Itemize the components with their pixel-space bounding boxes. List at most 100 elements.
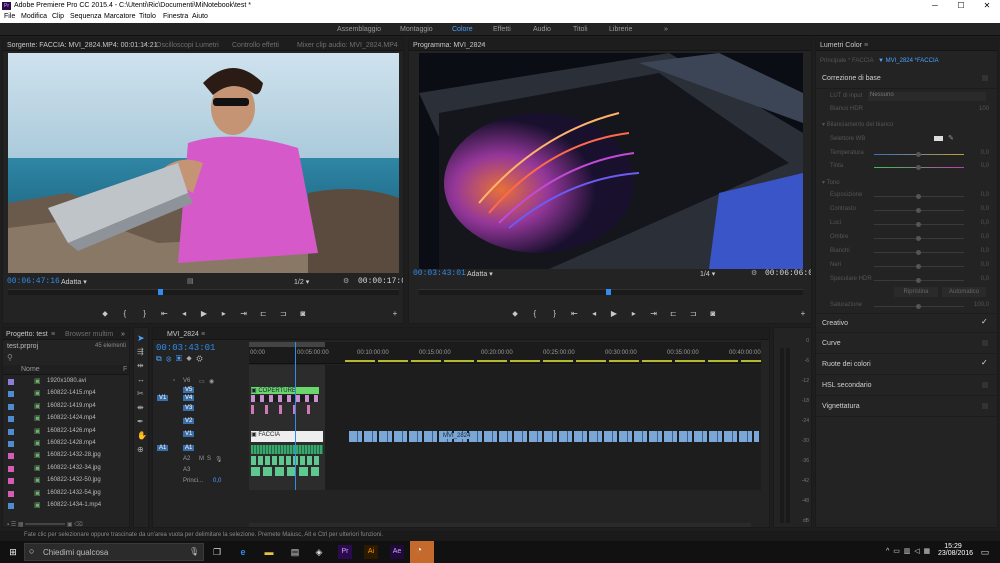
slider-esposizione[interactable]: Esposizione 0,0 [816,189,997,203]
menu-modifica[interactable]: Modifica [21,13,47,20]
tab-lumetri-scopes[interactable]: Oscilloscopi Lumetri [156,42,219,49]
wrench-icon[interactable]: ⚙ [751,269,757,277]
track-label-a2[interactable]: A2 [183,456,190,462]
contrasto-knob[interactable] [916,208,921,213]
network-icon[interactable]: ▥ [904,548,911,555]
workspace-montaggio[interactable]: Montaggio [400,26,433,33]
track-label-v3[interactable]: V3 [183,405,195,411]
list-item[interactable]: ▣ 160822-1428.mp4 [3,438,123,450]
source-playhead[interactable] [158,289,163,295]
active-app-taskbar[interactable]: ◔ [410,541,434,563]
bianchi-knob[interactable] [916,250,921,255]
track-select-icon[interactable]: ⇶ [137,347,144,356]
razor-icon[interactable]: ✂ [137,389,144,398]
program-add-button[interactable]: + [797,309,809,318]
go-to-out-icon[interactable]: ⇥ [238,309,250,319]
section-ruote-colori[interactable]: Ruote dei colori ✓ [816,355,997,375]
temperatura-knob[interactable] [916,152,921,157]
play-icon[interactable]: ▶ [198,309,210,319]
program-time-ruler[interactable] [419,289,803,295]
luci-value[interactable]: 0,0 [981,220,989,226]
mic-icon[interactable]: 🎙 [215,456,223,463]
keyboard-icon[interactable]: ▦ [924,548,931,555]
solo-button[interactable]: S [207,456,211,462]
selection-tool-icon[interactable]: ➤ [137,333,145,344]
close-button[interactable]: ✕ [974,0,1000,12]
lock-icon[interactable]: ▫ [173,378,175,384]
play-icon[interactable]: ▶ [608,309,620,319]
list-item[interactable]: ▣ 160822-1432-34.jpg [3,463,123,475]
lut-dropdown[interactable]: Nessuno [868,92,986,101]
edge-icon[interactable]: e [236,545,250,559]
search-icon[interactable]: ⚲ [7,353,13,362]
workspace-colore[interactable]: Colore [452,26,473,33]
menu-sequenza[interactable]: Sequenza [70,13,102,20]
zoom-icon[interactable]: ⊕ [137,445,144,454]
program-video-frame[interactable] [419,53,803,269]
mute-button[interactable]: M [199,456,204,462]
tab-source[interactable]: Sorgente: FACCIA: MVI_2824.MP4: 00:01:14… [7,42,158,49]
reset-button[interactable]: Ripristina [894,287,938,297]
minimize-button[interactable]: ─ [922,0,948,12]
source-patch-v[interactable]: V1 [157,395,169,401]
task-view-icon[interactable]: ❐ [210,545,224,559]
menu-finestra[interactable]: Finestra [163,13,188,20]
tracks-area[interactable]: ▣ COPERTURE ▣ FACCIA MVI_2824 [249,342,761,490]
menu-aiuto[interactable]: Aiuto [192,13,208,20]
menu-clip[interactable]: Clip [52,13,64,20]
tab-project[interactable]: Progetto: test [6,331,48,338]
column-frame-rate-header[interactable]: F [123,366,127,373]
wrench-icon[interactable]: ⚙ [343,277,349,285]
source-video-frame[interactable] [8,53,399,273]
slider-contrasto[interactable]: Contrasto 0,0 [816,203,997,217]
eyedropper-icon[interactable]: ✎ [948,134,954,142]
ombre-value[interactable]: 0,0 [981,234,989,240]
list-item[interactable]: ▣ 160822-1432-54.jpg [3,488,123,500]
after-effects-taskbar-icon[interactable]: Ae [390,545,404,559]
clock[interactable]: 15:29 23/08/2016 [938,543,973,557]
master-volume-value[interactable]: 0,0 [213,478,221,484]
wrench-icon[interactable]: ⚙ [196,354,202,363]
clip-coperture[interactable]: ▣ COPERTURE [251,387,319,394]
icon-view-icon[interactable]: ▦ [18,522,24,527]
windows-start-icon[interactable]: ⊞ [6,545,20,559]
tab-audio-clip-mixer[interactable]: Mixer clip audio: MVI_2824.MP4 [297,42,398,49]
saturazione-knob[interactable] [916,304,921,309]
tab-media-browser[interactable]: Browser multim [65,331,113,338]
overwrite-icon[interactable]: ⊐ [277,309,289,319]
luci-knob[interactable] [916,222,921,227]
add-marker-icon[interactable]: ▣ [176,354,182,363]
clip-v3-stills[interactable] [251,405,319,414]
tinta-knob[interactable] [916,165,921,170]
slider-neri[interactable]: Neri 0,0 [816,259,997,273]
mark-in-icon[interactable]: { [119,309,131,319]
neri-value[interactable]: 0,0 [981,262,989,268]
mark-out-icon[interactable]: } [139,309,151,319]
list-item[interactable]: ▣ 160822-1432-50.jpg [3,475,123,487]
slider-tinta[interactable]: Tinta 0,0 [816,160,997,174]
workspace-more-button[interactable]: » [664,26,668,33]
slider-saturazione[interactable]: Saturazione 100,0 [816,299,997,313]
workspace-librerie[interactable]: Librerie [609,26,632,33]
clip-audio-a1[interactable] [251,445,323,454]
sync-lock-icon[interactable]: ▭ [199,378,205,385]
program-fit-dropdown[interactable]: Adatta ▾ [467,270,493,278]
eye-icon[interactable]: ◉ [209,378,214,385]
menu-marcatore[interactable]: Marcatore [104,13,136,20]
premiere-taskbar-icon[interactable]: Pr [338,545,352,559]
bianchi-value[interactable]: 0,0 [981,248,989,254]
speculare-knob[interactable] [916,278,921,283]
work-area-bar[interactable] [249,342,325,347]
workspace-effetti[interactable]: Effetti [493,26,511,33]
track-label-v2[interactable]: V2 [183,418,195,424]
workspace-titoli[interactable]: Titoli [573,26,588,33]
section-hsl[interactable]: HSL secondario [816,376,997,396]
tab-program[interactable]: Programma: MVI_2824 [413,42,485,49]
track-label-v4[interactable]: V4 [183,395,195,401]
source-resolution-dropdown[interactable]: 1/2 ▾ [294,278,309,286]
new-item-icon[interactable]: ▣ [67,522,73,527]
tab-effect-controls[interactable]: Controllo effetti [232,42,279,49]
zoom-slider[interactable] [25,523,66,526]
lumetri-panel-menu-icon[interactable]: ≡ [864,42,868,49]
section-curve-checkbox[interactable] [981,339,989,347]
